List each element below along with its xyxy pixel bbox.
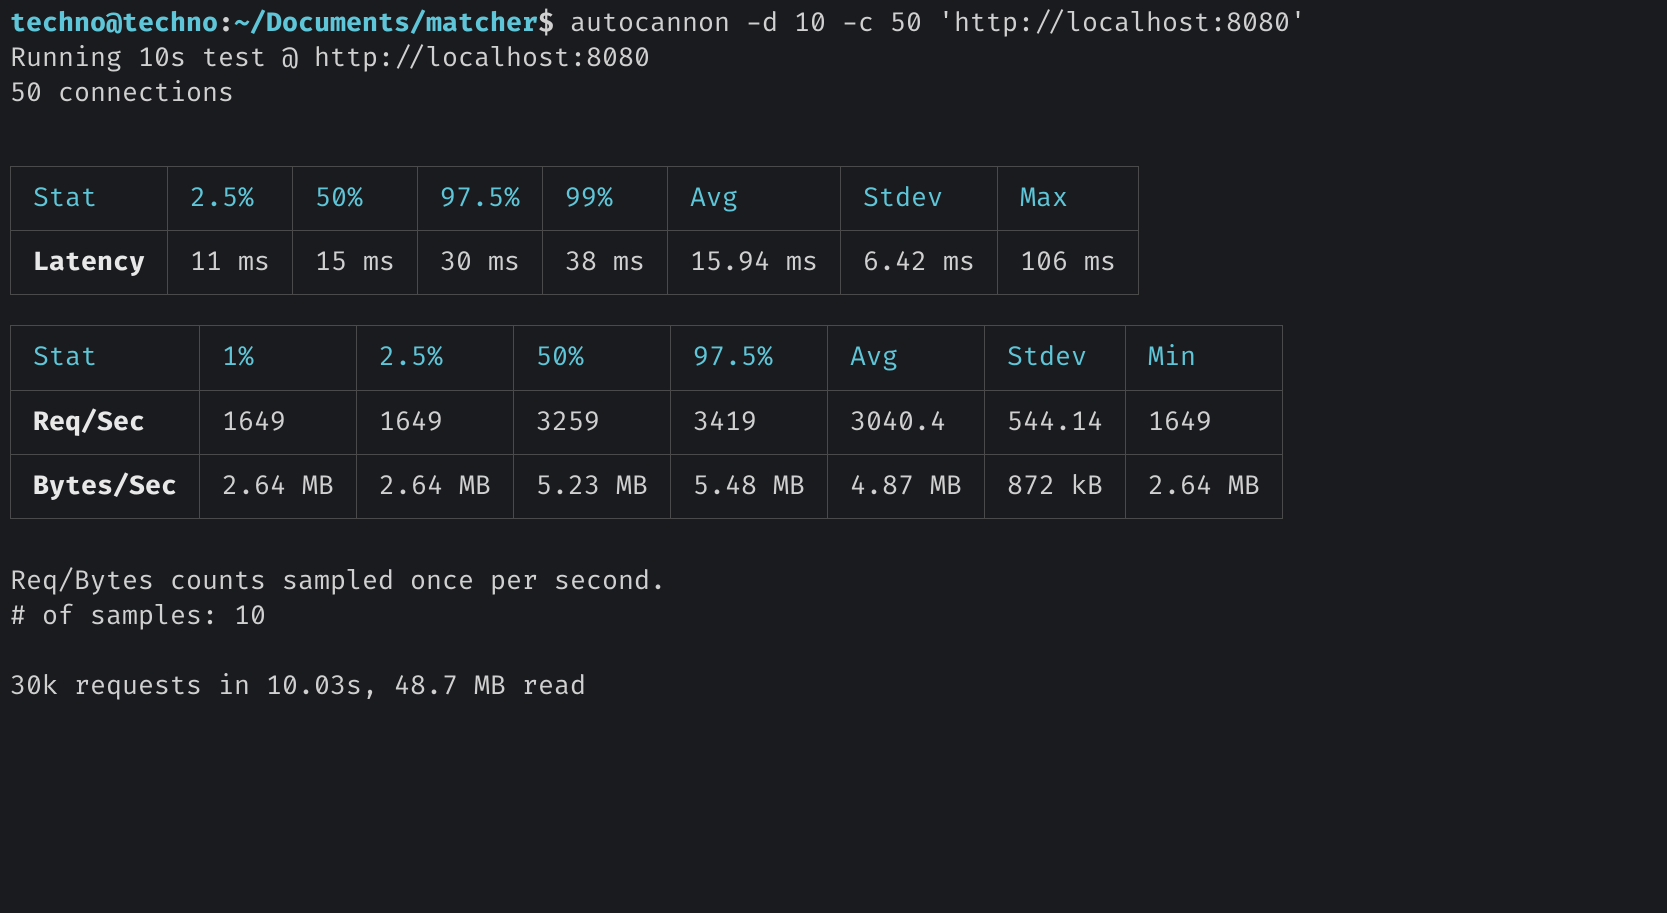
th-max: Max: [998, 167, 1139, 231]
th-stat: Stat: [11, 167, 168, 231]
cell: 2.64 MB: [200, 454, 357, 518]
th-p50: 50%: [293, 167, 418, 231]
row-label-bytessec: Bytes/Sec: [11, 454, 200, 518]
throughput-table: Stat 1% 2.5% 50% 97.5% Avg Stdev Min Req…: [10, 325, 1283, 518]
th-p1: 1%: [200, 326, 357, 390]
output-connections: 50 connections: [10, 76, 1657, 111]
cell: 5.48 MB: [671, 454, 828, 518]
prompt-sep2: $: [538, 7, 554, 39]
cell: 872 kB: [985, 454, 1126, 518]
cell: 30 ms: [418, 231, 543, 295]
th-stdev: Stdev: [985, 326, 1126, 390]
cell: 15.94 ms: [668, 231, 841, 295]
cell: 106 ms: [998, 231, 1139, 295]
output-running: Running 10s test @ http://localhost:8080: [10, 41, 1657, 76]
prompt-path: ~/Documents/matcher: [234, 7, 538, 39]
cell: 3419: [671, 390, 828, 454]
th-p2_5: 2.5%: [357, 326, 514, 390]
cell: 1649: [1126, 390, 1283, 454]
th-stat: Stat: [11, 326, 200, 390]
cell: 3259: [514, 390, 671, 454]
table-row: Req/Sec 1649 1649 3259 3419 3040.4 544.1…: [11, 390, 1283, 454]
table-row: Latency 11 ms 15 ms 30 ms 38 ms 15.94 ms…: [11, 231, 1139, 295]
th-avg: Avg: [828, 326, 985, 390]
cell: 1649: [200, 390, 357, 454]
cell: 4.87 MB: [828, 454, 985, 518]
th-p97_5: 97.5%: [418, 167, 543, 231]
table-row: Bytes/Sec 2.64 MB 2.64 MB 5.23 MB 5.48 M…: [11, 454, 1283, 518]
th-p99: 99%: [543, 167, 668, 231]
prompt-sep1: :: [218, 7, 234, 39]
cell: 1649: [357, 390, 514, 454]
th-avg: Avg: [668, 167, 841, 231]
th-p97_5: 97.5%: [671, 326, 828, 390]
footer-sampled: Req/Bytes counts sampled once per second…: [10, 564, 1657, 599]
footer-summary: 30k requests in 10.03s, 48.7 MB read: [10, 669, 1657, 704]
th-p2_5: 2.5%: [168, 167, 293, 231]
row-label-reqsec: Req/Sec: [11, 390, 200, 454]
cell: 2.64 MB: [357, 454, 514, 518]
command-text[interactable]: autocannon -d 10 -c 50 'http://localhost…: [554, 7, 1306, 39]
footer-samples: # of samples: 10: [10, 599, 1657, 634]
th-min: Min: [1126, 326, 1283, 390]
prompt-user: techno@techno: [10, 7, 218, 39]
cell: 6.42 ms: [841, 231, 998, 295]
th-stdev: Stdev: [841, 167, 998, 231]
cell: 5.23 MB: [514, 454, 671, 518]
cell: 11 ms: [168, 231, 293, 295]
footer: Req/Bytes counts sampled once per second…: [10, 564, 1657, 704]
th-p50: 50%: [514, 326, 671, 390]
cell: 38 ms: [543, 231, 668, 295]
cell: 3040.4: [828, 390, 985, 454]
row-label-latency: Latency: [11, 231, 168, 295]
cell: 15 ms: [293, 231, 418, 295]
cell: 544.14: [985, 390, 1126, 454]
latency-table: Stat 2.5% 50% 97.5% 99% Avg Stdev Max La…: [10, 166, 1139, 295]
cell: 2.64 MB: [1126, 454, 1283, 518]
prompt-line: techno@techno:~/Documents/matcher$ autoc…: [10, 6, 1657, 41]
